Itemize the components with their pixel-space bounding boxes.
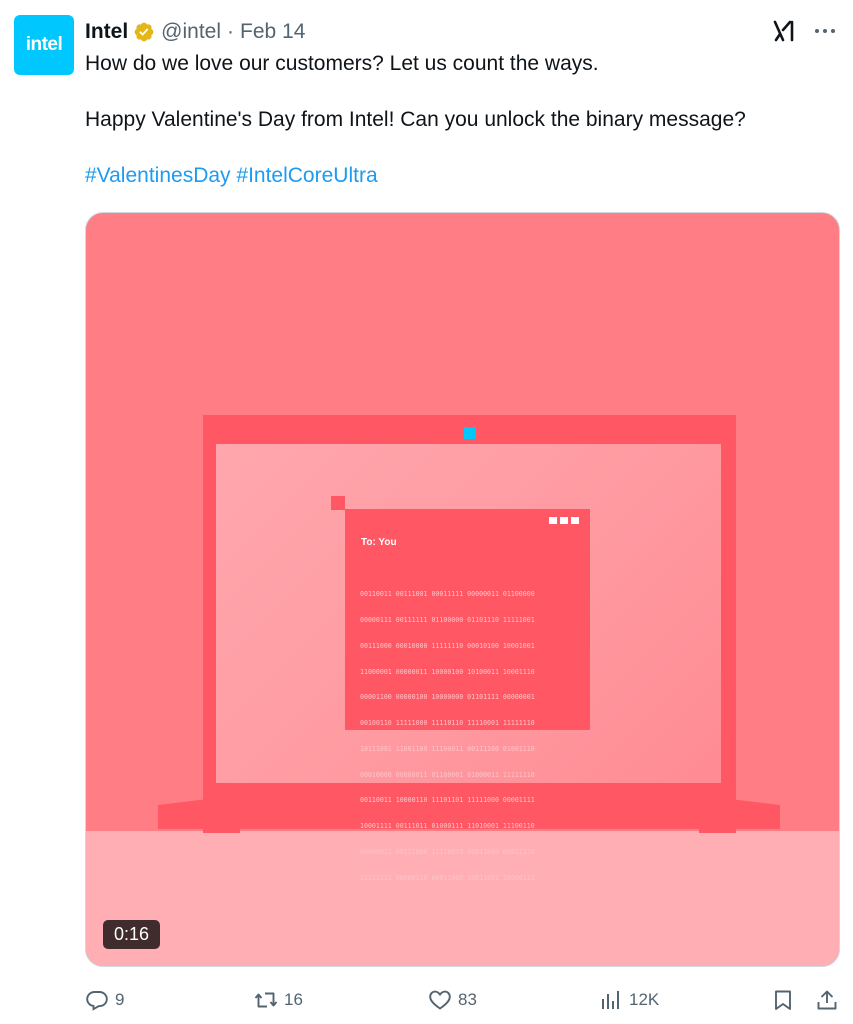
tweet-line-1: How do we love our customers? Let us cou… [85,52,599,75]
binary-row: 10001111 00111011 01000111 11010001 1110… [360,822,535,831]
repost-button[interactable]: 16 [254,985,303,1015]
avatar-logo-text: intel [25,34,63,55]
tweet-text: How do we love our customers? Let us cou… [85,50,825,190]
views-button[interactable]: 12K [599,985,659,1015]
verified-badge-icon [134,22,154,42]
message-recipient: To: You [361,537,397,548]
hashtag-intelcoreultra[interactable]: #IntelCoreUltra [236,164,377,187]
reply-icon [86,991,108,1011]
hashtag-valentinesday[interactable]: #ValentinesDay [85,164,231,187]
reply-count: 9 [115,990,125,1009]
tweet-hashtags: #ValentinesDay #IntelCoreUltra [85,162,825,190]
message-window: To: You 00110011 00111001 00011111 00000… [345,509,590,882]
binary-row: 00111000 00010000 11111110 00010100 1000… [360,641,535,650]
binary-row: 10111001 11001100 11100011 00111100 0100… [360,744,535,753]
binary-row: 00000011 00111000 11110010 00011000 0001… [360,848,535,856]
binary-row: 00110011 10000110 11101101 11111000 0000… [360,796,535,805]
video-duration-badge: 0:16 [103,920,161,949]
grok-icon[interactable] [771,18,797,44]
window-corner-pixel [331,496,345,510]
share-icon [817,990,837,1010]
binary-message: 00110011 00111001 00011111 00000011 0110… [360,573,580,900]
binary-row: 00010000 00000011 01100001 01000011 1111… [360,770,535,779]
window-controls-icon [549,517,579,524]
share-button[interactable] [815,985,839,1015]
bookmark-button[interactable] [771,985,795,1015]
avatar[interactable]: intel [14,15,74,75]
heart-icon [429,990,451,1010]
tweet-line-2: Happy Valentine's Day from Intel! Can yo… [85,108,746,131]
reply-button[interactable]: 9 [85,985,124,1015]
repost-icon [254,992,278,1008]
laptop-foot-left [203,813,240,833]
repost-count: 16 [284,990,303,1009]
account-name[interactable]: Intel [85,18,128,46]
video-player[interactable]: To: You 00110011 00111001 00011111 00000… [85,212,840,967]
binary-row: 00001100 00000100 10000000 01101111 0000… [360,693,535,702]
separator-dot: · [227,20,235,43]
bookmark-icon [775,990,791,1010]
tweet-date[interactable]: Feb 14 [240,18,305,46]
laptop-camera [464,427,476,439]
like-button[interactable]: 83 [428,985,477,1015]
more-options-icon[interactable] [813,19,837,43]
analytics-icon [602,991,619,1009]
tweet-top-actions [771,18,837,44]
binary-row: 11000001 00000011 10000100 10100011 1000… [360,667,535,676]
binary-row: 11111111 00000110 00011000 10011001 1000… [360,873,535,882]
laptop-foot-right [699,813,736,833]
account-handle[interactable]: @intel [161,18,221,46]
views-count: 12K [629,990,660,1009]
tweet-header: Intel @intel · Feb 14 [85,18,305,46]
binary-row: 00100110 11111000 11110110 11110001 1111… [360,719,535,728]
binary-row: 00000111 00111111 01100000 01101110 1111… [360,615,535,624]
like-count: 83 [458,990,477,1009]
binary-row: 00110011 00111001 00011111 00000011 0110… [360,590,535,599]
tweet-action-bar: 9 16 83 12K [85,985,840,1015]
